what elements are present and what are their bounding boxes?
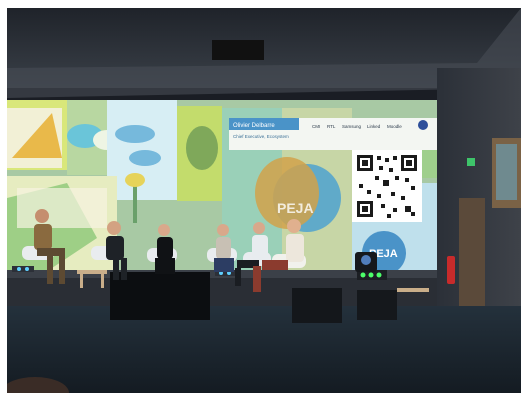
coffee-table bbox=[77, 270, 107, 274]
eu-flag-icon bbox=[418, 120, 428, 130]
carpet-floor bbox=[7, 306, 521, 393]
portrait-graphic bbox=[255, 157, 319, 229]
brand-text-large: PEJA bbox=[277, 200, 314, 216]
cloud-graphic bbox=[115, 125, 155, 143]
partner-logo-1: CMI bbox=[312, 124, 320, 129]
event-photo: Olivier Delbarre Chief Executive, Ecosys… bbox=[7, 8, 521, 393]
exit-sign bbox=[467, 158, 475, 166]
partner-logo-5: Moodle bbox=[387, 124, 402, 129]
speaker-role: Chief Executive, Ecosystem bbox=[233, 134, 289, 139]
stage-monitor bbox=[292, 288, 342, 323]
speaker-name: Olivier Delbarre bbox=[233, 123, 275, 129]
partner-logo-3: Samsung bbox=[342, 124, 362, 129]
partner-logo-4: Linked bbox=[367, 124, 381, 129]
conference-stage-scene: Olivier Delbarre Chief Executive, Ecosys… bbox=[7, 8, 521, 393]
ceiling-speaker bbox=[212, 40, 264, 60]
fire-extinguisher bbox=[447, 256, 455, 284]
tree-graphic bbox=[186, 126, 218, 170]
partner-logo-2: RTL bbox=[327, 124, 336, 129]
side-table bbox=[397, 288, 429, 292]
wooden-door bbox=[459, 198, 485, 308]
